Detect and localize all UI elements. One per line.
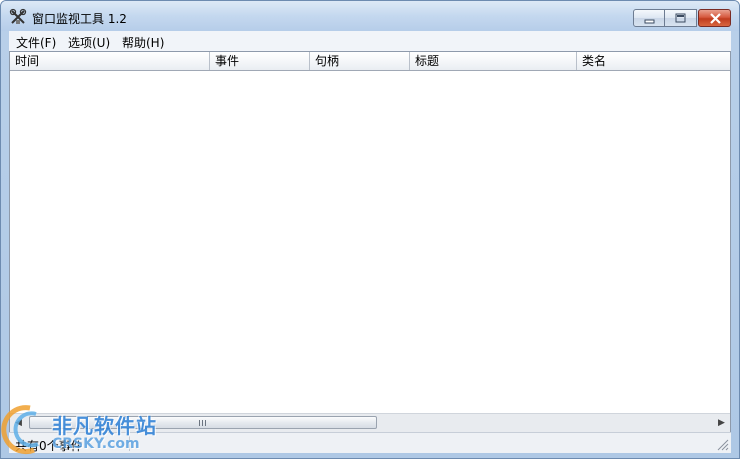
close-icon <box>710 13 721 24</box>
minimize-button[interactable] <box>633 9 665 27</box>
title-bar[interactable]: 窗口监视工具 1.2 <box>1 1 739 31</box>
column-header-handle[interactable]: 句柄 <box>310 52 410 70</box>
column-header-classname[interactable]: 类名 <box>577 52 730 70</box>
column-header-time[interactable]: 时间 <box>10 52 210 70</box>
watermark-text-cn: 非凡软件站 <box>52 414 157 438</box>
list-header: 时间 事件 句柄 标题 类名 <box>10 52 730 71</box>
site-watermark: 非凡软件站 CRSKY.com <box>0 400 170 459</box>
grip-icon <box>199 420 207 426</box>
menu-file[interactable]: 文件(F) <box>16 34 56 51</box>
menu-help[interactable]: 帮助(H) <box>122 34 164 51</box>
window-title: 窗口监视工具 1.2 <box>32 12 127 26</box>
close-button[interactable] <box>698 9 731 27</box>
menu-bar: 文件(F) 选项(U) 帮助(H) <box>9 31 731 51</box>
restore-icon <box>675 13 686 23</box>
event-list[interactable]: 时间 事件 句柄 标题 类名 ◀ ▶ <box>9 51 731 432</box>
resize-grip-icon[interactable] <box>715 437 729 451</box>
column-header-title[interactable]: 标题 <box>410 52 577 70</box>
watermark-text-en: CRSKY.com <box>52 436 140 452</box>
minimize-icon <box>644 19 655 24</box>
column-header-event[interactable]: 事件 <box>210 52 310 70</box>
watermark-logo-icon <box>1 405 39 455</box>
menu-options[interactable]: 选项(U) <box>68 34 110 51</box>
main-window: 窗口监视工具 1.2 文件(F) 选项(U) 帮助(H) 时间 事件 句柄 标题… <box>0 0 740 459</box>
restore-button[interactable] <box>665 9 697 27</box>
scroll-right-icon[interactable]: ▶ <box>713 414 730 432</box>
app-tool-icon <box>9 8 27 26</box>
